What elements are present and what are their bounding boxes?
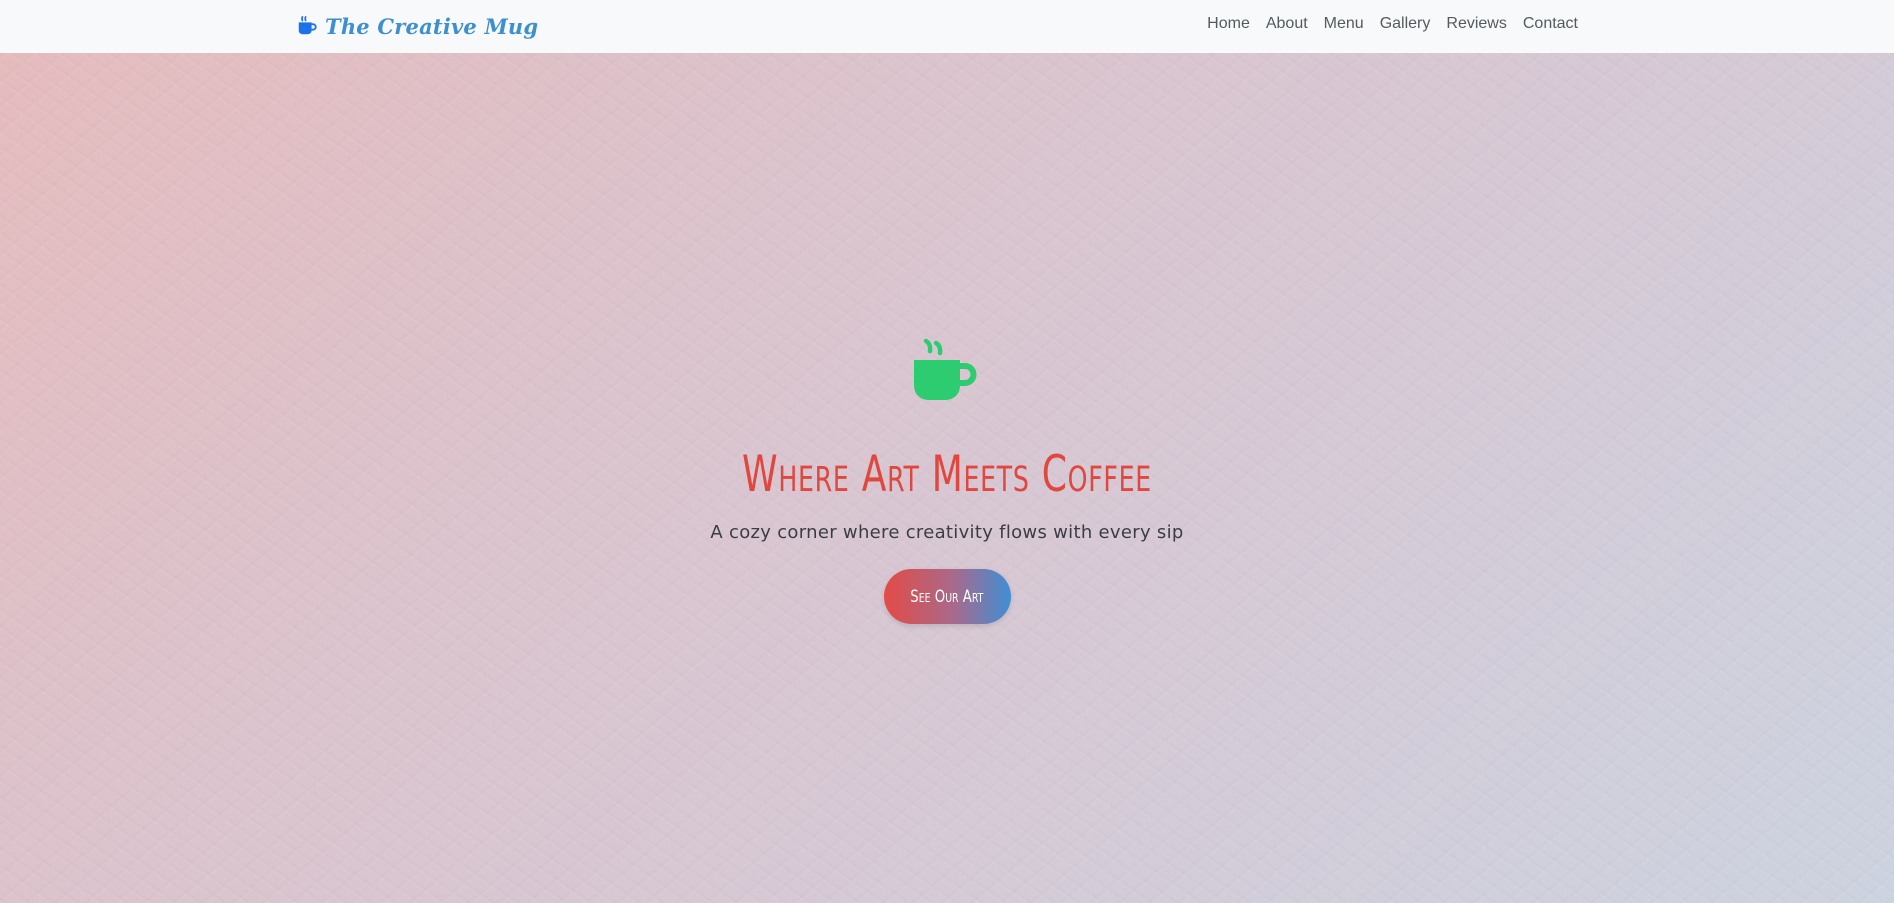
nav-menu: Home About Menu Gallery Reviews Contact: [1199, 0, 1586, 47]
nav-link-contact[interactable]: Contact: [1515, 15, 1586, 33]
coffee-mug-icon: [914, 338, 977, 400]
nav-link-about[interactable]: About: [1258, 15, 1316, 33]
brand-name: The Creative Mug: [325, 13, 539, 39]
see-our-art-label: See Our Art: [910, 586, 984, 607]
see-our-art-button[interactable]: See Our Art: [883, 569, 1011, 624]
brand-link[interactable]: The Creative Mug: [296, 9, 538, 43]
navbar: The Creative Mug Home About Menu Gallery…: [0, 0, 1894, 53]
hero-content: Where Art Meets Coffee A cozy corner whe…: [0, 338, 1894, 624]
hero-title: Where Art Meets Coffee: [742, 445, 1152, 503]
nav-link-reviews[interactable]: Reviews: [1438, 15, 1514, 33]
nav-link-home[interactable]: Home: [1199, 15, 1258, 33]
nav-link-gallery[interactable]: Gallery: [1372, 15, 1439, 33]
hero-subtitle: A cozy corner where creativity flows wit…: [710, 522, 1184, 543]
coffee-mug-icon: [298, 16, 317, 35]
nav-link-menu[interactable]: Menu: [1316, 15, 1372, 33]
hero-section: Where Art Meets Coffee A cozy corner whe…: [0, 53, 1894, 903]
